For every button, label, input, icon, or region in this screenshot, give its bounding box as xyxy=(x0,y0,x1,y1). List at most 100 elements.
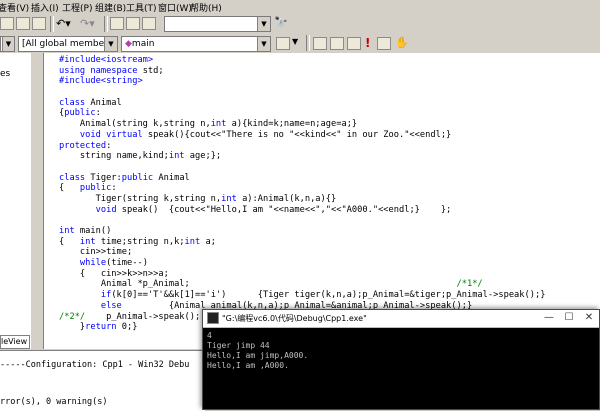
code-line[interactable]: { cin>>k>>n>>a; xyxy=(59,269,545,280)
undo-icon[interactable]: ↶▾ xyxy=(56,17,78,30)
code-token: else xyxy=(100,300,122,311)
code-token: void xyxy=(95,204,117,215)
code-token: public xyxy=(121,172,154,183)
code-line[interactable]: using namespace std; xyxy=(59,66,545,77)
scope-combo[interactable]: [All global members ▼ xyxy=(18,36,118,52)
code-line[interactable]: {public: xyxy=(59,108,545,119)
code-token: #include<iostream> xyxy=(59,55,154,65)
code-token: speak(){cout<<"There is no "<<kind<<" in… xyxy=(142,129,452,140)
maximize-icon[interactable]: ☐ xyxy=(563,312,575,324)
code-token: if xyxy=(100,290,112,301)
code-token: return xyxy=(85,322,117,333)
code-line[interactable]: if(k[0]=='T'&&k[1]=='i') {Tiger tiger(k,… xyxy=(59,290,546,301)
go-to-definition-icon[interactable] xyxy=(276,37,290,50)
code-token: time;string n,k; xyxy=(95,236,185,247)
code-line[interactable] xyxy=(59,162,545,173)
toolbar-separator xyxy=(50,16,54,32)
chevron-down-icon[interactable]: ▼ xyxy=(104,37,117,51)
code-line[interactable]: void virtual speak(){cout<<"There is no … xyxy=(59,130,545,141)
code-line[interactable] xyxy=(59,215,545,226)
window-list-icon[interactable] xyxy=(142,17,156,30)
code-token: a; xyxy=(200,236,216,247)
console-output: 4 Tiger jimp 44 Hello,I am jimp,A000. He… xyxy=(207,331,309,370)
code-token: : xyxy=(106,140,112,151)
function-icon: ◆ xyxy=(125,39,132,49)
chevron-down-icon[interactable]: ▼ xyxy=(2,37,14,51)
close-icon[interactable]: ✕ xyxy=(583,312,595,324)
code-token: age;}; xyxy=(184,151,222,162)
code-editor[interactable]: #include<iostream> using namespace std; #i… xyxy=(44,53,600,349)
code-token: : xyxy=(111,183,117,194)
code-token: { cin>>k>>n>>a; xyxy=(59,268,169,279)
build-icon[interactable] xyxy=(330,37,344,50)
code-token: Animal xyxy=(153,172,190,183)
chevron-down-icon[interactable]: ▼ xyxy=(257,37,270,51)
menu-tools[interactable]: 工具(T) xyxy=(126,1,157,14)
code-line[interactable]: void speak() {cout<<"Hello,I am "<<name<… xyxy=(59,205,545,216)
save-all-icon[interactable] xyxy=(32,17,46,30)
code-token: int xyxy=(210,119,227,130)
menu-build[interactable]: 组建(B) xyxy=(95,1,126,14)
find-combo[interactable]: ▼ xyxy=(164,16,271,32)
code-token: (time--) xyxy=(106,258,148,269)
standard-toolbar: ↶▾ ↷▾ ▼ 🔭 xyxy=(0,14,600,35)
menu-bar: 查看(V) 插入(I) 工程(P) 组建(B) 工具(T) 窗口(W) 帮助(H… xyxy=(0,0,600,14)
member-combo-value: main xyxy=(131,39,155,49)
menu-view[interactable]: 查看(V) xyxy=(0,1,29,14)
console-window[interactable]: "G:\编程vc6.0\代码\Debug\Cpp1.exe" — ☐ ✕ 4 T… xyxy=(202,309,600,410)
code-token: protected xyxy=(59,140,107,151)
menu-project[interactable]: 工程(P) xyxy=(62,1,92,14)
code-line[interactable]: cin>>time; xyxy=(59,247,545,258)
save-icon[interactable] xyxy=(16,17,30,30)
source-code[interactable]: #include<iostream> using namespace std; #i… xyxy=(59,55,545,333)
code-token: #include<string> xyxy=(59,76,143,87)
code-line[interactable]: Animal *p_Animal; /*1*/ xyxy=(59,279,545,290)
code-token: int xyxy=(184,236,201,247)
execute-icon[interactable]: ! xyxy=(365,36,370,50)
code-line[interactable]: #include<string> xyxy=(59,76,545,87)
menu-help[interactable]: 帮助(H) xyxy=(190,1,222,14)
chevron-down-icon[interactable]: ▼ xyxy=(292,37,298,46)
member-combo[interactable]: ◆main ▼ xyxy=(121,36,271,52)
redo-icon[interactable]: ↷▾ xyxy=(80,17,102,30)
editor-gutter xyxy=(31,53,44,349)
menu-window[interactable]: 窗口(W) xyxy=(158,1,192,14)
code-line[interactable]: #include<iostream> xyxy=(59,55,545,66)
code-line[interactable]: protected: xyxy=(59,141,545,152)
code-token: Tiger: xyxy=(85,172,122,183)
stop-build-icon[interactable] xyxy=(347,37,361,50)
compile-icon[interactable] xyxy=(313,37,327,50)
code-line[interactable]: class Tiger:public Animal xyxy=(59,173,545,184)
code-token: void virtual xyxy=(79,129,143,140)
menu-insert[interactable]: 插入(I) xyxy=(31,1,59,14)
console-titlebar[interactable]: "G:\编程vc6.0\代码\Debug\Cpp1.exe" — ☐ ✕ xyxy=(203,310,599,328)
code-line[interactable] xyxy=(59,87,545,98)
code-line[interactable]: { int time;string n,k;int a; xyxy=(59,237,545,248)
code-line[interactable]: Tiger(string k,string n,int a):Animal(k,… xyxy=(59,194,545,205)
code-token: string name,kind; xyxy=(59,151,169,162)
tab-fileview-label: leView xyxy=(1,337,28,346)
find-in-files-icon[interactable]: 🔭 xyxy=(274,16,290,31)
code-token: Tiger(string k,string n, xyxy=(59,193,222,204)
code-line[interactable]: { public: xyxy=(59,183,545,194)
minimize-icon[interactable]: — xyxy=(543,312,555,324)
code-token: int xyxy=(221,193,237,204)
open-icon[interactable] xyxy=(0,17,14,30)
code-line[interactable]: class Animal xyxy=(59,98,545,109)
tab-fileview[interactable]: leView xyxy=(0,335,30,349)
breakpoint-hand-icon[interactable]: ✋ xyxy=(395,36,409,49)
toolbar-separator xyxy=(306,35,310,51)
workspace-icon[interactable] xyxy=(110,17,124,30)
go-debug-icon[interactable] xyxy=(377,37,391,50)
code-token: int xyxy=(168,151,185,162)
code-line[interactable]: string name,kind;int age;}; xyxy=(59,151,545,162)
class-combo[interactable]: ▼ xyxy=(0,36,15,52)
code-line[interactable]: int main() xyxy=(59,226,545,237)
code-line[interactable]: while(time--) xyxy=(59,258,545,269)
output-window-icon[interactable] xyxy=(126,17,140,30)
code-line[interactable]: Animal(string k,string n,int a){kind=k;n… xyxy=(59,119,545,130)
chevron-down-icon[interactable]: ▼ xyxy=(257,17,270,31)
